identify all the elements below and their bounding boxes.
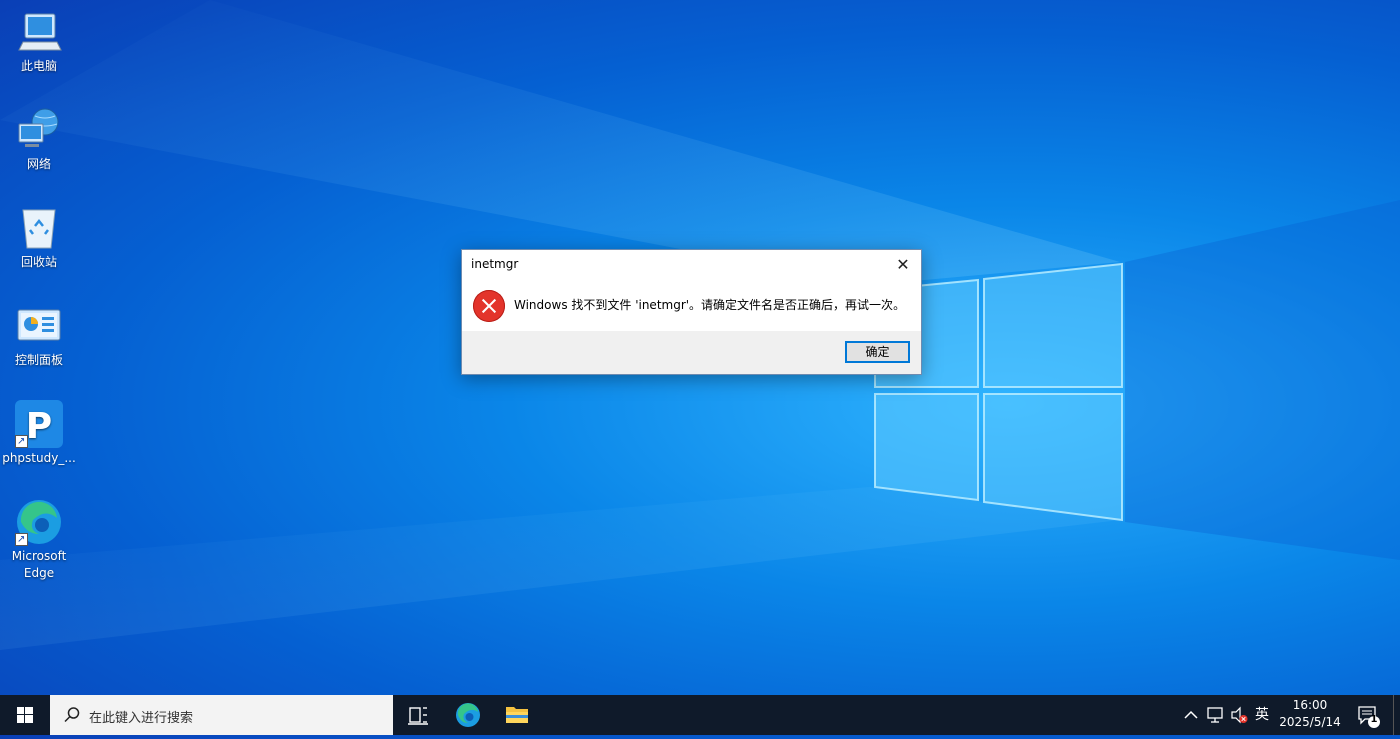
clock[interactable]: 16:00 2025/5/14 [1272,697,1348,731]
network-icon [15,106,63,154]
task-view-icon [408,707,428,725]
control-panel-icon [15,302,63,350]
dialog-footer: 确定 [462,331,921,374]
desktop-icon-control-panel[interactable]: 控制面板 [2,302,76,369]
edge-icon [15,498,63,548]
svg-text:P: P [26,406,52,447]
computer-icon [15,8,63,56]
phpstudy-icon: P [15,400,63,450]
edge-icon [456,703,480,727]
clock-date: 2025/5/14 [1279,715,1341,729]
folder-icon [506,707,528,723]
network-wired-icon [1207,707,1223,723]
input-language-button[interactable]: 英 [1252,695,1272,735]
search-placeholder: 在此键入进行搜索 [89,711,194,726]
action-center-button[interactable]: 1 [1352,695,1388,735]
desktop: 此电脑 网络 回收站 控制面板 P ↗ phpstudy_... ↗ Micro… [0,0,1400,695]
taskbar-edge-button[interactable] [444,695,492,735]
taskbar: 在此键入进行搜索 英 16:00 2025/5/14 1 [0,695,1400,735]
desktop-icon-edge[interactable]: Microsoft Edge [2,498,76,582]
shortcut-arrow-icon [15,531,28,548]
network-tray-button[interactable] [1204,695,1226,735]
dialog-title: inetmgr [471,257,519,271]
recycle-bin-icon [15,204,63,252]
error-icon [473,290,505,322]
show-hidden-icons-button[interactable] [1180,695,1202,735]
start-button[interactable] [0,695,50,735]
volume-muted-icon [1231,706,1248,724]
chevron-up-icon [1184,710,1198,719]
search-icon [64,707,80,723]
clock-time: 16:00 [1292,698,1328,712]
error-dialog: inetmgr ✕ Windows 找不到文件 'inetmgr'。请确定文件名… [461,249,922,375]
show-desktop-button[interactable] [1393,695,1394,735]
desktop-icon-phpstudy[interactable]: P phpstudy_... [2,400,76,467]
windows-icon [17,707,33,723]
desktop-icon-this-pc[interactable]: 此电脑 [2,8,76,75]
volume-tray-button[interactable] [1228,695,1250,735]
close-button[interactable]: ✕ [891,254,915,276]
ok-button[interactable]: 确定 [845,341,910,363]
search-box[interactable]: 在此键入进行搜索 [50,695,393,735]
shortcut-arrow-icon [15,433,28,450]
dialog-message: Windows 找不到文件 'inetmgr'。请确定文件名是否正确后，再试一次… [514,298,906,312]
notification-badge: 1 [1370,714,1378,725]
desktop-icon-network[interactable]: 网络 [2,106,76,173]
desktop-icon-recycle-bin[interactable]: 回收站 [2,204,76,271]
taskbar-file-explorer-button[interactable] [493,695,541,735]
task-view-button[interactable] [394,695,442,735]
